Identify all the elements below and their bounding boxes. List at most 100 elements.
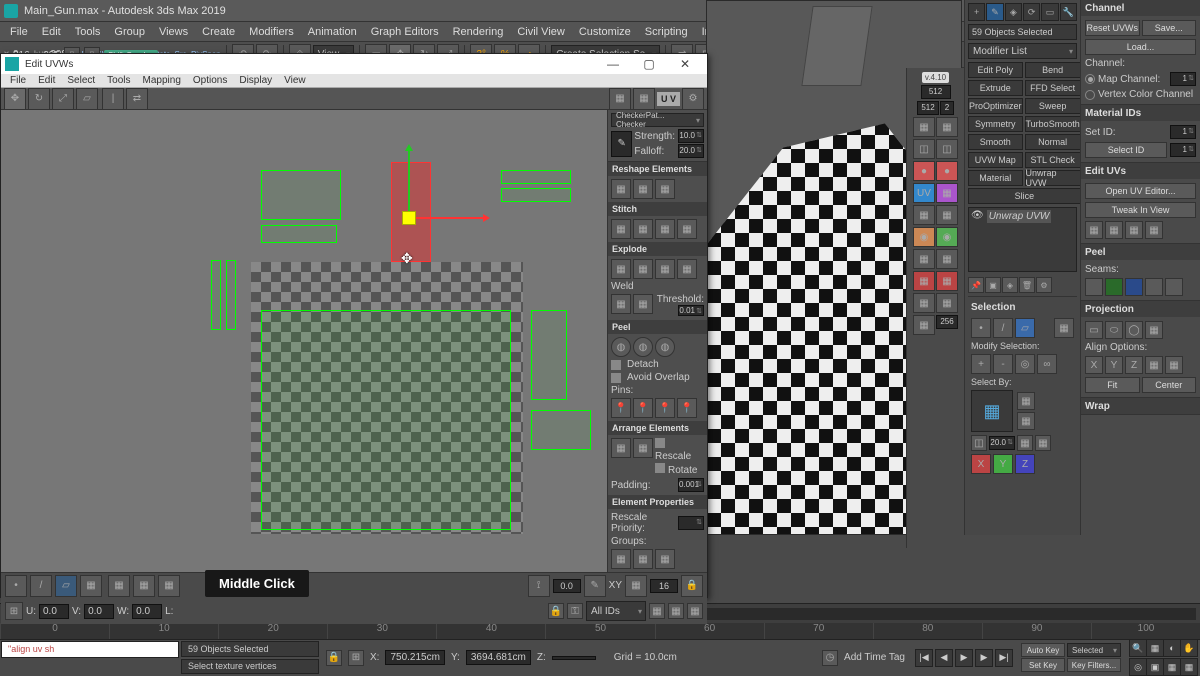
setid-spinner[interactable]: 1 bbox=[1170, 125, 1196, 139]
tab-utilities[interactable]: 🔧 bbox=[1060, 3, 1077, 21]
vt-4[interactable]: ◫ bbox=[936, 139, 958, 159]
menu-create[interactable]: Create bbox=[196, 24, 241, 40]
uvpeel-header[interactable]: Peel bbox=[608, 320, 707, 334]
play[interactable]: ▶ bbox=[955, 649, 973, 667]
uvst-brush-icon[interactable]: ✎ bbox=[584, 575, 606, 597]
gizmo-center[interactable] bbox=[402, 211, 416, 225]
group-3[interactable]: ▦ bbox=[655, 549, 675, 569]
uv-shell[interactable] bbox=[531, 310, 567, 400]
vertex-color-radio[interactable] bbox=[1085, 90, 1095, 100]
proj-cyl[interactable]: ⬭ bbox=[1105, 321, 1123, 339]
pin-1[interactable]: 📍 bbox=[611, 398, 631, 418]
stitch-3[interactable]: ▦ bbox=[655, 219, 675, 239]
uvtool-freeform[interactable]: ▱ bbox=[76, 88, 98, 110]
mod-symmetry[interactable]: Symmetry bbox=[968, 116, 1023, 132]
uvst-grid[interactable]: 16 bbox=[650, 579, 678, 593]
stack-unwrap[interactable]: Unwrap UVW bbox=[987, 210, 1052, 223]
tex-dim-2[interactable]: 512 bbox=[917, 101, 939, 115]
brush-strength[interactable]: 10.0 bbox=[678, 129, 704, 143]
vt-1[interactable]: ▦ bbox=[913, 117, 935, 137]
stack-pin[interactable]: 📌 bbox=[968, 277, 984, 293]
uv-u-input[interactable]: 0.0 bbox=[39, 604, 69, 619]
edituv-i2[interactable]: ▦ bbox=[1105, 221, 1123, 239]
group-1[interactable]: ▦ bbox=[611, 549, 631, 569]
menu-scripting[interactable]: Scripting bbox=[639, 24, 694, 40]
vt-5[interactable]: ● bbox=[913, 161, 935, 181]
uv-shell-pack[interactable] bbox=[261, 310, 511, 530]
uv-shell[interactable] bbox=[261, 225, 337, 243]
subobj-face[interactable]: ▱ bbox=[1015, 318, 1035, 338]
reshape-2[interactable]: ▦ bbox=[633, 179, 653, 199]
uvst-vertex[interactable]: • bbox=[5, 575, 27, 597]
align-n[interactable]: ▦ bbox=[1145, 356, 1163, 374]
uvst-lock2-icon[interactable]: 🔒 bbox=[548, 603, 564, 619]
stitch-4[interactable]: ▦ bbox=[677, 219, 697, 239]
vt-last[interactable]: 256 bbox=[936, 315, 958, 329]
time-ruler[interactable]: 0102030405060708090100 bbox=[0, 623, 1200, 639]
peel-2[interactable]: ◍ bbox=[633, 337, 653, 357]
align-z[interactable]: Z bbox=[1125, 356, 1143, 374]
uvw-minimize[interactable]: — bbox=[595, 54, 631, 74]
uv-shell[interactable] bbox=[261, 170, 341, 220]
align-y[interactable]: Y bbox=[1105, 356, 1123, 374]
pin-2[interactable]: 📍 bbox=[633, 398, 653, 418]
menu-group[interactable]: Group bbox=[108, 24, 151, 40]
uvst-e[interactable]: ▦ bbox=[668, 603, 684, 619]
selectid-button[interactable]: Select ID bbox=[1085, 142, 1167, 158]
uvtool-checker2[interactable]: ▦ bbox=[633, 88, 655, 110]
fit-button[interactable]: Fit bbox=[1085, 377, 1140, 393]
uvmenu-select[interactable]: Select bbox=[62, 74, 100, 87]
mod-material[interactable]: Material bbox=[968, 170, 1023, 186]
brush-icon[interactable]: ✎ bbox=[611, 131, 632, 157]
tab-motion[interactable]: ⟳ bbox=[1023, 3, 1040, 21]
arrange-2[interactable]: ▦ bbox=[633, 438, 653, 458]
channel-header[interactable]: Channel bbox=[1081, 0, 1200, 16]
vp-orbit[interactable]: ◎ bbox=[1129, 658, 1147, 676]
planar-threshold[interactable]: 20.0 bbox=[989, 436, 1015, 450]
seam-2[interactable] bbox=[1105, 278, 1123, 296]
vp-fov[interactable]: ◐ bbox=[1163, 639, 1181, 657]
arrange-header[interactable]: Arrange Elements bbox=[608, 421, 707, 435]
mod-proopt[interactable]: ProOptimizer bbox=[968, 98, 1023, 114]
uvmenu-tools[interactable]: Tools bbox=[102, 74, 135, 87]
reset-uvws-button[interactable]: Reset UVWs bbox=[1085, 20, 1140, 36]
stack-config[interactable]: ⚙ bbox=[1036, 277, 1052, 293]
uv-shell[interactable] bbox=[501, 170, 571, 184]
reshape-header[interactable]: Reshape Elements bbox=[608, 162, 707, 176]
gizmo-x-axis[interactable] bbox=[408, 217, 484, 219]
uv-shell[interactable] bbox=[226, 260, 236, 330]
mod-unwrap[interactable]: Unwrap UVW bbox=[1025, 170, 1081, 186]
abs-transform-icon[interactable]: ⊞ bbox=[348, 650, 364, 666]
uvw-maximize[interactable]: ▢ bbox=[631, 54, 667, 74]
uvst-element[interactable]: ▦ bbox=[80, 575, 102, 597]
gizmo-y-axis[interactable] bbox=[408, 150, 410, 218]
tex-dim-1[interactable]: 512 bbox=[921, 85, 951, 99]
stitch-1[interactable]: ▦ bbox=[611, 219, 631, 239]
prev-frame[interactable]: ◀ bbox=[935, 649, 953, 667]
mod-smooth[interactable]: Smooth bbox=[968, 134, 1023, 150]
vt-14[interactable]: ▦ bbox=[936, 249, 958, 269]
planar-x[interactable]: ▦ bbox=[1017, 435, 1033, 451]
stack-unique[interactable]: ◈ bbox=[1002, 277, 1018, 293]
mod-normal[interactable]: Normal bbox=[1025, 134, 1081, 150]
add-time-tag[interactable]: Add Time Tag bbox=[844, 652, 905, 663]
brush-falloff[interactable]: 20.0 bbox=[678, 144, 704, 158]
goto-end[interactable]: ▶| bbox=[995, 649, 1013, 667]
axis-x-button[interactable]: X bbox=[971, 454, 991, 474]
vt-11[interactable]: ◉ bbox=[913, 227, 935, 247]
modifier-list-dropdown[interactable]: Modifier List bbox=[968, 43, 1077, 59]
uvmenu-display[interactable]: Display bbox=[234, 74, 277, 87]
maxscript-input[interactable]: "align uv sh bbox=[1, 641, 179, 658]
vp-zoomall[interactable]: ▦ bbox=[1146, 639, 1164, 657]
seam-3[interactable] bbox=[1125, 278, 1143, 296]
grow-button[interactable]: + bbox=[971, 354, 991, 374]
checker-dropdown[interactable]: CheckerPat... Checker bbox=[611, 113, 704, 127]
tab-create[interactable]: + bbox=[968, 3, 985, 21]
mod-extrude[interactable]: Extrude bbox=[968, 80, 1023, 96]
menu-edit[interactable]: Edit bbox=[36, 24, 67, 40]
uvtool-flip[interactable]: ⇄ bbox=[126, 88, 148, 110]
vt-19[interactable]: ▦ bbox=[913, 315, 935, 335]
center-button[interactable]: Center bbox=[1142, 377, 1197, 393]
uv-shell[interactable] bbox=[211, 260, 221, 330]
uv-v-input[interactable]: 0.0 bbox=[84, 604, 114, 619]
